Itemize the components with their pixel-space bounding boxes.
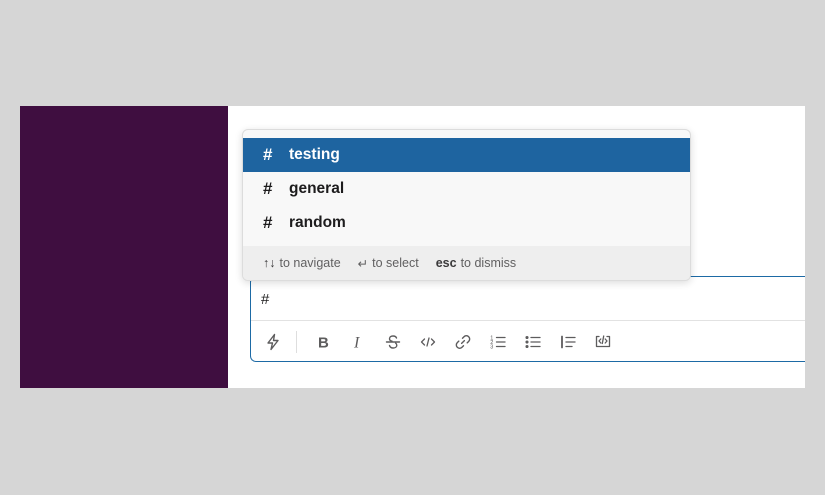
- esc-key-label: esc: [435, 256, 457, 270]
- autocomplete-hints: ↑↓ to navigate ↵ to select esc to dismis…: [243, 246, 690, 280]
- select-hint-label: to select: [372, 256, 419, 270]
- channel-suggestion-random[interactable]: # random: [243, 206, 690, 240]
- channel-name: random: [289, 214, 346, 231]
- bulleted-list-button[interactable]: [519, 328, 547, 356]
- channel-name: general: [289, 180, 345, 197]
- channel-hash-icon: #: [263, 145, 273, 164]
- shortcuts-button[interactable]: [259, 328, 287, 356]
- svg-text:I: I: [353, 335, 360, 351]
- blockquote-icon: [559, 333, 577, 351]
- enter-key-icon: ↵: [357, 256, 369, 271]
- app-window: # B I 1 2 3 # testing # general # random…: [20, 106, 805, 388]
- lightning-icon: [264, 333, 282, 351]
- bold-button[interactable]: B: [309, 328, 337, 356]
- italic-button[interactable]: I: [344, 328, 372, 356]
- message-input[interactable]: #: [261, 291, 269, 308]
- dismiss-hint: esc to dismiss: [436, 256, 516, 270]
- sidebar: [20, 106, 228, 388]
- formatting-toolbar: B I 1 2 3: [259, 328, 624, 356]
- svg-text:B: B: [318, 335, 329, 351]
- toolbar-separator: [296, 331, 297, 353]
- bulleted-list-icon: [524, 333, 542, 351]
- italic-icon: I: [350, 334, 366, 351]
- code-button[interactable]: [414, 328, 442, 356]
- dismiss-hint-label: to dismiss: [460, 256, 517, 270]
- channel-autocomplete-popup: # testing # general # random ↑↓ to navig…: [242, 129, 691, 281]
- code-block-icon: [594, 333, 612, 351]
- arrow-keys-icon: ↑↓: [263, 256, 276, 270]
- channel-suggestion-testing[interactable]: # testing: [243, 138, 690, 172]
- strikethrough-button[interactable]: [379, 328, 407, 356]
- link-icon: [454, 333, 472, 351]
- main-pane: # B I 1 2 3 # testing # general # random…: [228, 106, 805, 388]
- svg-text:3: 3: [490, 345, 493, 351]
- channel-suggestion-list: # testing # general # random: [243, 138, 690, 240]
- channel-suggestion-general[interactable]: # general: [243, 172, 690, 206]
- code-icon: [419, 333, 437, 351]
- channel-hash-icon: #: [263, 179, 273, 198]
- navigate-hint-label: to navigate: [279, 256, 341, 270]
- select-hint: ↵ to select: [358, 256, 419, 271]
- strikethrough-icon: [384, 333, 402, 351]
- message-composer[interactable]: # B I 1 2 3: [250, 276, 805, 362]
- blockquote-button[interactable]: [554, 328, 582, 356]
- bold-icon: B: [315, 334, 331, 351]
- ordered-list-button[interactable]: 1 2 3: [484, 328, 512, 356]
- composer-divider: [251, 320, 805, 321]
- channel-hash-icon: #: [263, 213, 273, 232]
- ordered-list-icon: 1 2 3: [489, 333, 507, 351]
- code-block-button[interactable]: [589, 328, 617, 356]
- navigate-hint: ↑↓ to navigate: [263, 256, 341, 270]
- link-button[interactable]: [449, 328, 477, 356]
- channel-name: testing: [289, 146, 340, 163]
